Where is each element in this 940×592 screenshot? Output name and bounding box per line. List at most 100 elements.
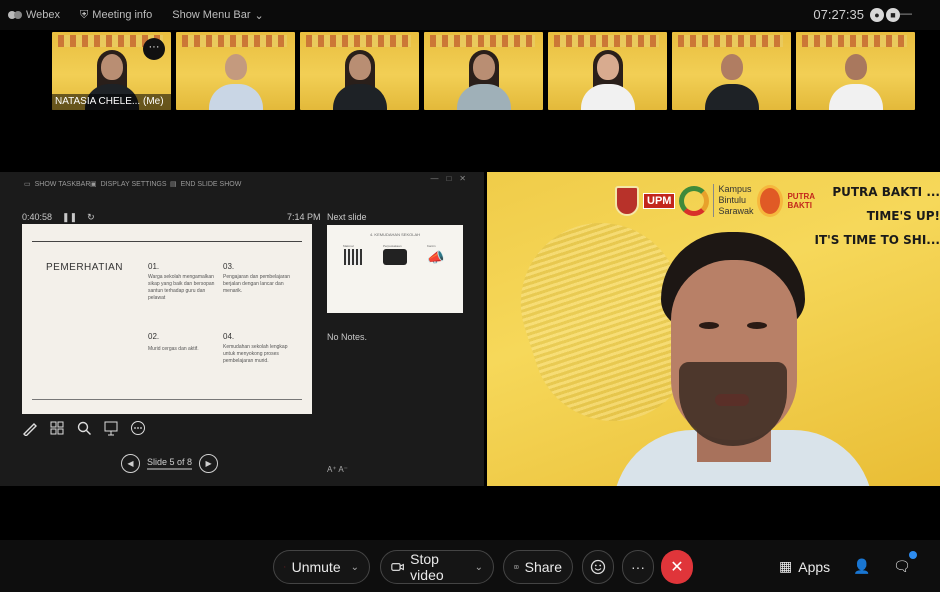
show-taskbar-label: SHOW TASKBAR — [34, 180, 91, 188]
slide-item-text: Kemudahan sekolah lengkap untuk menyokon… — [223, 344, 288, 364]
current-slide: PEMERHATIAN 01. Warga sekolah mengamalka… — [22, 224, 312, 414]
current-clock: 7:14 PM — [287, 212, 321, 222]
end-show-icon: ▤ — [170, 181, 177, 188]
show-menu-bar-label: Show Menu Bar — [172, 9, 251, 21]
event-logos: UPM Kampus Bintulu Sarawak PUTRA BAKTI — [615, 184, 815, 217]
more-options-icon[interactable] — [130, 420, 146, 436]
backdrop-banner — [306, 35, 411, 47]
show-taskbar-button[interactable]: ▭ SHOW TASKBAR — [24, 180, 91, 189]
apps-label: Apps — [798, 558, 831, 575]
text-zoom-controls[interactable]: A⁺ A⁻ — [327, 465, 348, 474]
unmute-button[interactable]: Unmute ⌄ — [273, 550, 370, 584]
participant-face — [472, 54, 495, 80]
black-screen-icon[interactable] — [103, 420, 119, 436]
shield-icon: ⛨ — [80, 8, 89, 21]
presenter-tools — [22, 420, 146, 436]
participant-tile[interactable] — [176, 32, 295, 110]
chat-bubble-icon: 🗨 — [893, 558, 911, 574]
slide-bottom-rule — [32, 399, 302, 400]
apps-button[interactable]: ▦ Apps — [779, 558, 830, 575]
participant-tile[interactable] — [796, 32, 915, 110]
show-menu-bar-button[interactable]: Show Menu Bar ⌄ — [172, 9, 263, 22]
participant-face — [348, 54, 371, 80]
participant-body — [456, 84, 511, 110]
next-slide-title: 4. KEMUDAHAN SEKOLAH — [369, 232, 420, 237]
megaphone-icon: 📣 — [427, 249, 445, 265]
participant-tile-self[interactable]: ··· NATASIA CHELE... (Me) — [52, 32, 171, 110]
putra-bakti-line: PUTRA — [787, 191, 816, 201]
magnifier-icon[interactable] — [76, 420, 92, 436]
slide-position: Slide 5 of 8 — [147, 457, 193, 470]
recording-status-icon[interactable]: ● — [870, 8, 884, 22]
title-bar: Webex ⛨ Meeting info Show Menu Bar ⌄ 07:… — [0, 0, 940, 30]
reset-icon[interactable]: ↻ — [87, 212, 95, 223]
next-slide-label: Perpustakaan — [383, 244, 402, 248]
reactions-button[interactable] — [582, 550, 614, 584]
upm-logo: UPM — [643, 192, 676, 209]
chat-button[interactable]: 🗨 — [893, 558, 911, 575]
previous-slide-button[interactable]: ◀ — [121, 454, 140, 473]
chevron-down-icon[interactable]: ⌄ — [475, 562, 483, 573]
chevron-down-icon[interactable]: ⌄ — [351, 562, 359, 573]
slide-item-text: Murid cergas dan aktif. — [148, 346, 199, 352]
slide-item-number: 01. — [148, 262, 160, 271]
video-camera-icon — [391, 563, 404, 571]
slide-item-number: 04. — [223, 332, 235, 341]
smiley-icon — [590, 559, 606, 575]
webex-logo: Webex — [8, 9, 60, 21]
active-speaker-video[interactable]: UPM Kampus Bintulu Sarawak PUTRA BAKTI P… — [487, 172, 940, 486]
participant-face — [720, 54, 743, 80]
end-slide-show-button[interactable]: ▤ END SLIDE SHOW — [170, 180, 241, 189]
backdrop-banner — [802, 35, 907, 47]
layout-icon[interactable]: ■ — [886, 8, 900, 22]
taskbar-icon: ▭ — [24, 181, 31, 188]
meeting-info-label: Meeting info — [92, 9, 153, 21]
participants-button[interactable]: 👤 — [853, 558, 870, 575]
share-button[interactable]: Share — [503, 550, 573, 584]
participant-body — [208, 84, 263, 110]
putra-bakti-line: BAKTI — [787, 200, 812, 210]
participant-face — [100, 54, 123, 80]
slogan-line: PUTRA BAKTI ... — [832, 185, 940, 199]
participant-tile[interactable] — [300, 32, 419, 110]
display-icon: ▣ — [90, 181, 97, 188]
slogan-line: TIME'S UP! — [866, 209, 940, 223]
next-slide-label: Makmal — [343, 244, 354, 248]
meeting-info-button[interactable]: ⛨ Meeting info — [80, 9, 152, 22]
unmute-label: Unmute — [291, 559, 341, 575]
backdrop-banner — [182, 35, 287, 47]
participant-body — [704, 84, 759, 110]
meeting-controls-bar: Unmute ⌄ Stop video ⌄ Share ··· ✕ ▦ Apps… — [0, 540, 940, 592]
elapsed-time: 0:40:58 — [22, 212, 53, 222]
minimize-icon[interactable]: — — [900, 6, 912, 20]
campus-line: Kampus — [718, 184, 752, 194]
display-settings-button[interactable]: ▣ DISPLAY SETTINGS — [90, 180, 167, 189]
speaker-eye — [747, 322, 767, 329]
pause-icon[interactable]: ❚❚ — [62, 212, 77, 223]
backdrop-banner — [678, 35, 783, 47]
leave-meeting-button[interactable]: ✕ — [661, 550, 693, 584]
more-options-button[interactable]: ··· — [143, 38, 165, 60]
slide-item-text: Warga sekolah mengamalkan sikap yang bai… — [148, 274, 215, 301]
next-slide-button[interactable]: ▶ — [199, 454, 219, 473]
participant-tile[interactable] — [548, 32, 667, 110]
window-controls[interactable]: —□✕ — [430, 174, 474, 183]
participant-face — [844, 54, 867, 80]
campus-logo-icon — [679, 185, 710, 216]
pen-icon[interactable] — [22, 420, 38, 436]
participants-icon: 👤 — [853, 558, 871, 574]
next-slide-preview[interactable]: 4. KEMUDAHAN SEKOLAH Makmal Perpustakaan… — [327, 225, 463, 313]
participant-tile[interactable] — [672, 32, 791, 110]
grid-view-icon[interactable] — [49, 420, 65, 436]
speaker-eye — [699, 322, 719, 329]
crowd-icon — [383, 249, 407, 265]
next-slide-label: Kantin — [427, 244, 436, 248]
campus-line: Bintulu — [718, 195, 746, 205]
slogan-line: IT'S TIME TO SHI... — [814, 233, 940, 247]
campus-name: Kampus Bintulu Sarawak — [713, 184, 753, 217]
participant-tile[interactable] — [424, 32, 543, 110]
stop-video-button[interactable]: Stop video ⌄ — [380, 550, 494, 584]
more-options-button[interactable]: ··· — [622, 550, 654, 584]
slide-top-rule — [32, 241, 302, 242]
participant-strip: ··· NATASIA CHELE... (Me) — [52, 32, 915, 112]
